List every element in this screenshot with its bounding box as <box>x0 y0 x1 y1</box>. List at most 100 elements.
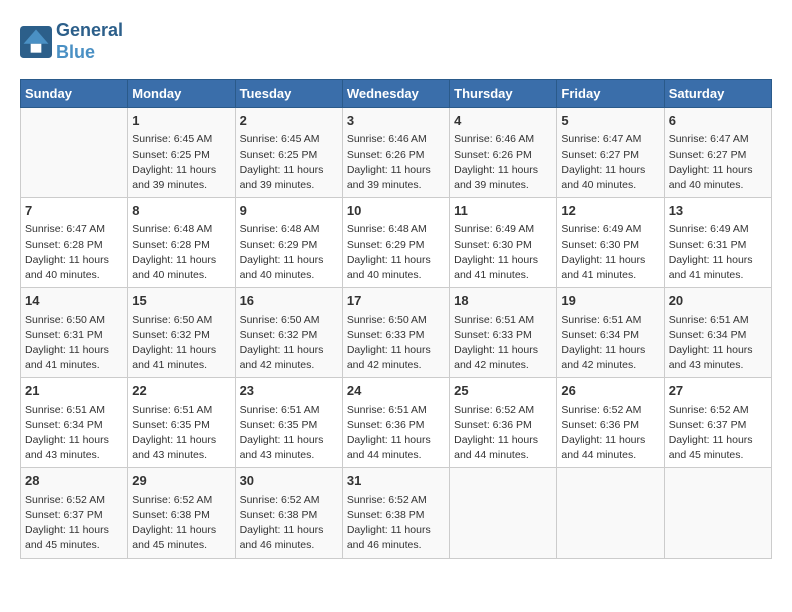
logo-icon <box>20 26 52 58</box>
cell-content: Sunrise: 6:51 AM Sunset: 6:35 PM Dayligh… <box>132 403 230 464</box>
cell-content: Sunrise: 6:50 AM Sunset: 6:31 PM Dayligh… <box>25 313 123 374</box>
calendar-week-row: 1Sunrise: 6:45 AM Sunset: 6:25 PM Daylig… <box>21 108 772 198</box>
day-number: 19 <box>561 292 659 310</box>
day-number: 21 <box>25 382 123 400</box>
day-number: 28 <box>25 472 123 490</box>
day-number: 10 <box>347 202 445 220</box>
calendar-cell: 14 Sunrise: 6:50 AM Sunset: 6:31 PM Dayli… <box>21 288 128 378</box>
calendar-cell: 15 Sunrise: 6:50 AM Sunset: 6:32 PM Dayli… <box>128 288 235 378</box>
day-number: 14 <box>25 292 123 310</box>
day-number: 3 <box>347 112 445 130</box>
day-number: 4 <box>454 112 552 130</box>
cell-content: Sunrise: 6:48 AM Sunset: 6:29 PM Dayligh… <box>347 222 445 283</box>
day-number: 15 <box>132 292 230 310</box>
day-number: 17 <box>347 292 445 310</box>
cell-content: Sunrise: 6:50 AM Sunset: 6:33 PM Dayligh… <box>347 313 445 374</box>
calendar-cell: 16 Sunrise: 6:50 AM Sunset: 6:32 PM Dayli… <box>235 288 342 378</box>
calendar-week-row: 14 Sunrise: 6:50 AM Sunset: 6:31 PM Dayli… <box>21 288 772 378</box>
calendar-cell <box>557 468 664 558</box>
day-number: 30 <box>240 472 338 490</box>
cell-content: Sunrise: 6:45 AM Sunset: 6:25 PM Dayligh… <box>240 132 338 193</box>
cell-content: Sunrise: 6:51 AM Sunset: 6:34 PM Dayligh… <box>561 313 659 374</box>
calendar-cell: 28 Sunrise: 6:52 AM Sunset: 6:37 PM Dayli… <box>21 468 128 558</box>
calendar-cell: 20 Sunrise: 6:51 AM Sunset: 6:34 PM Dayli… <box>664 288 771 378</box>
day-number: 8 <box>132 202 230 220</box>
cell-content: Sunrise: 6:47 AM Sunset: 6:28 PM Dayligh… <box>25 222 123 283</box>
calendar-cell: 1Sunrise: 6:45 AM Sunset: 6:25 PM Daylig… <box>128 108 235 198</box>
day-number: 13 <box>669 202 767 220</box>
logo-text: GeneralBlue <box>56 20 123 63</box>
calendar-cell: 17 Sunrise: 6:50 AM Sunset: 6:33 PM Dayli… <box>342 288 449 378</box>
day-number: 7 <box>25 202 123 220</box>
calendar-cell: 19 Sunrise: 6:51 AM Sunset: 6:34 PM Dayli… <box>557 288 664 378</box>
cell-content: Sunrise: 6:51 AM Sunset: 6:36 PM Dayligh… <box>347 403 445 464</box>
calendar-cell: 26Sunrise: 6:52 AM Sunset: 6:36 PM Dayli… <box>557 378 664 468</box>
header-row: SundayMondayTuesdayWednesdayThursdayFrid… <box>21 80 772 108</box>
weekday-header: Wednesday <box>342 80 449 108</box>
calendar-cell <box>450 468 557 558</box>
weekday-header: Monday <box>128 80 235 108</box>
calendar-cell: 5 Sunrise: 6:47 AM Sunset: 6:27 PM Daylig… <box>557 108 664 198</box>
calendar-cell: 25Sunrise: 6:52 AM Sunset: 6:36 PM Dayli… <box>450 378 557 468</box>
cell-content: Sunrise: 6:51 AM Sunset: 6:34 PM Dayligh… <box>25 403 123 464</box>
calendar-cell: 12 Sunrise: 6:49 AM Sunset: 6:30 PM Dayli… <box>557 198 664 288</box>
day-number: 27 <box>669 382 767 400</box>
day-number: 16 <box>240 292 338 310</box>
cell-content: Sunrise: 6:52 AM Sunset: 6:37 PM Dayligh… <box>25 493 123 554</box>
calendar-cell: 30 Sunrise: 6:52 AM Sunset: 6:38 PM Dayli… <box>235 468 342 558</box>
day-number: 23 <box>240 382 338 400</box>
page-header: GeneralBlue <box>20 20 772 63</box>
day-number: 12 <box>561 202 659 220</box>
calendar-cell: 21 Sunrise: 6:51 AM Sunset: 6:34 PM Dayli… <box>21 378 128 468</box>
cell-content: Sunrise: 6:51 AM Sunset: 6:35 PM Dayligh… <box>240 403 338 464</box>
day-number: 5 <box>561 112 659 130</box>
day-number: 11 <box>454 202 552 220</box>
calendar-cell: 3 Sunrise: 6:46 AM Sunset: 6:26 PM Daylig… <box>342 108 449 198</box>
day-number: 31 <box>347 472 445 490</box>
cell-content: Sunrise: 6:52 AM Sunset: 6:37 PM Dayligh… <box>669 403 767 464</box>
cell-content: Sunrise: 6:52 AM Sunset: 6:38 PM Dayligh… <box>347 493 445 554</box>
cell-content: Sunrise: 6:50 AM Sunset: 6:32 PM Dayligh… <box>240 313 338 374</box>
calendar-cell: 22 Sunrise: 6:51 AM Sunset: 6:35 PM Dayli… <box>128 378 235 468</box>
calendar-cell <box>664 468 771 558</box>
cell-content: Sunrise: 6:49 AM Sunset: 6:30 PM Dayligh… <box>561 222 659 283</box>
day-number: 9 <box>240 202 338 220</box>
cell-content: Sunrise: 6:50 AM Sunset: 6:32 PM Dayligh… <box>132 313 230 374</box>
day-number: 20 <box>669 292 767 310</box>
calendar-cell: 18Sunrise: 6:51 AM Sunset: 6:33 PM Dayli… <box>450 288 557 378</box>
weekday-header: Sunday <box>21 80 128 108</box>
day-number: 22 <box>132 382 230 400</box>
weekday-header: Tuesday <box>235 80 342 108</box>
cell-content: Sunrise: 6:51 AM Sunset: 6:33 PM Dayligh… <box>454 313 552 374</box>
cell-content: Sunrise: 6:52 AM Sunset: 6:38 PM Dayligh… <box>240 493 338 554</box>
cell-content: Sunrise: 6:51 AM Sunset: 6:34 PM Dayligh… <box>669 313 767 374</box>
cell-content: Sunrise: 6:48 AM Sunset: 6:29 PM Dayligh… <box>240 222 338 283</box>
calendar-cell: 24 Sunrise: 6:51 AM Sunset: 6:36 PM Dayli… <box>342 378 449 468</box>
calendar-cell: 7 Sunrise: 6:47 AM Sunset: 6:28 PM Daylig… <box>21 198 128 288</box>
calendar-table: SundayMondayTuesdayWednesdayThursdayFrid… <box>20 79 772 558</box>
weekday-header: Friday <box>557 80 664 108</box>
day-number: 29 <box>132 472 230 490</box>
weekday-header: Saturday <box>664 80 771 108</box>
cell-content: Sunrise: 6:52 AM Sunset: 6:36 PM Dayligh… <box>561 403 659 464</box>
calendar-cell: 4 Sunrise: 6:46 AM Sunset: 6:26 PM Daylig… <box>450 108 557 198</box>
calendar-cell: 8 Sunrise: 6:48 AM Sunset: 6:28 PM Daylig… <box>128 198 235 288</box>
cell-content: Sunrise: 6:49 AM Sunset: 6:31 PM Dayligh… <box>669 222 767 283</box>
calendar-cell: 29 Sunrise: 6:52 AM Sunset: 6:38 PM Dayli… <box>128 468 235 558</box>
cell-content: Sunrise: 6:52 AM Sunset: 6:38 PM Dayligh… <box>132 493 230 554</box>
calendar-week-row: 28 Sunrise: 6:52 AM Sunset: 6:37 PM Dayli… <box>21 468 772 558</box>
cell-content: Sunrise: 6:47 AM Sunset: 6:27 PM Dayligh… <box>561 132 659 193</box>
calendar-cell: 13 Sunrise: 6:49 AM Sunset: 6:31 PM Dayli… <box>664 198 771 288</box>
day-number: 6 <box>669 112 767 130</box>
calendar-cell: 27 Sunrise: 6:52 AM Sunset: 6:37 PM Dayli… <box>664 378 771 468</box>
cell-content: Sunrise: 6:46 AM Sunset: 6:26 PM Dayligh… <box>454 132 552 193</box>
cell-content: Sunrise: 6:45 AM Sunset: 6:25 PM Dayligh… <box>132 132 230 193</box>
calendar-cell: 10 Sunrise: 6:48 AM Sunset: 6:29 PM Dayli… <box>342 198 449 288</box>
calendar-cell: 11Sunrise: 6:49 AM Sunset: 6:30 PM Dayli… <box>450 198 557 288</box>
calendar-week-row: 21 Sunrise: 6:51 AM Sunset: 6:34 PM Dayli… <box>21 378 772 468</box>
cell-content: Sunrise: 6:48 AM Sunset: 6:28 PM Dayligh… <box>132 222 230 283</box>
calendar-cell <box>21 108 128 198</box>
day-number: 24 <box>347 382 445 400</box>
cell-content: Sunrise: 6:46 AM Sunset: 6:26 PM Dayligh… <box>347 132 445 193</box>
calendar-cell: 9 Sunrise: 6:48 AM Sunset: 6:29 PM Daylig… <box>235 198 342 288</box>
